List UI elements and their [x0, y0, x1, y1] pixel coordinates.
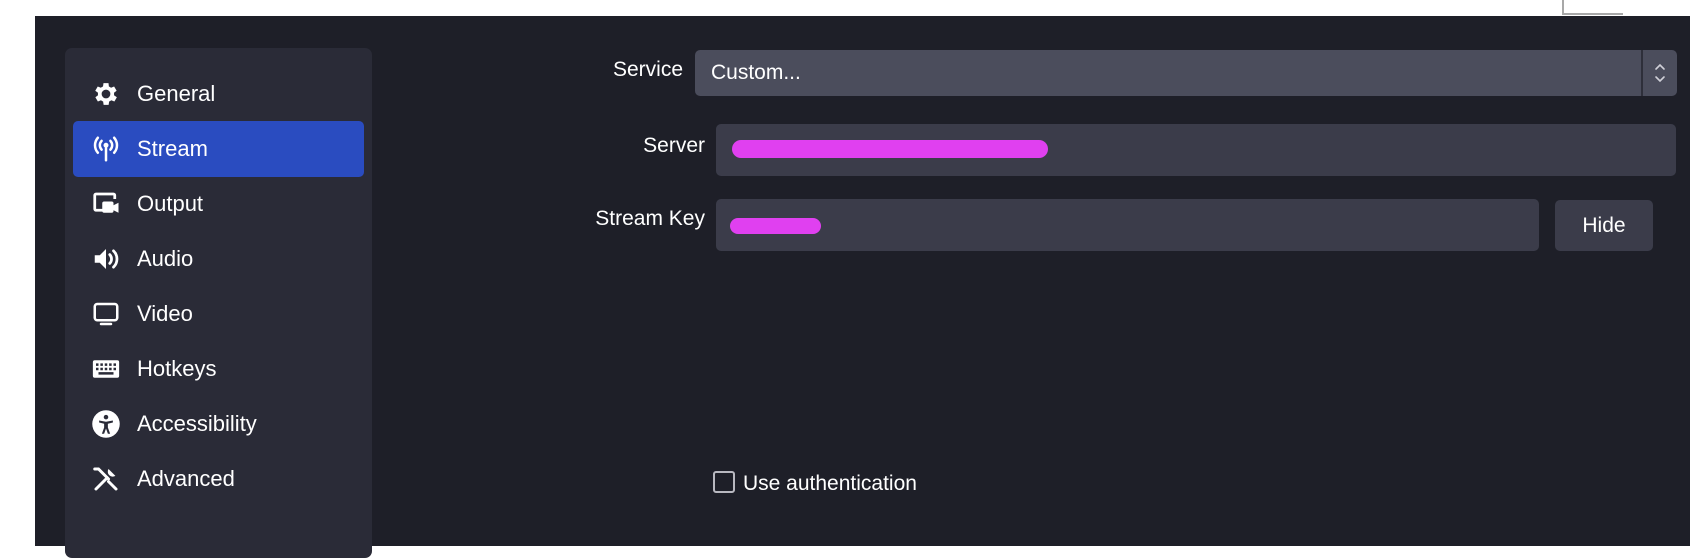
- service-label: Service: [612, 58, 683, 81]
- use-authentication-checkbox[interactable]: [713, 471, 735, 493]
- sidebar-item-label: Audio: [137, 246, 194, 271]
- accessibility-icon: [89, 407, 123, 441]
- sidebar-item-label: Accessibility: [137, 411, 257, 436]
- sidebar-item-general[interactable]: General: [73, 66, 364, 122]
- sidebar-item-label: Output: [137, 191, 204, 216]
- monitor-icon: [89, 297, 123, 331]
- sidebar-item-label: Video: [137, 301, 193, 326]
- redaction-mark: [730, 218, 821, 234]
- hide-button[interactable]: Hide: [1555, 200, 1653, 251]
- gear-icon: [89, 77, 123, 111]
- service-select[interactable]: Custom...: [695, 50, 1677, 96]
- sidebar-item-advanced[interactable]: Advanced: [73, 451, 364, 507]
- sidebar-item-label: Advanced: [137, 466, 235, 491]
- select-stepper-icon[interactable]: [1641, 50, 1677, 96]
- stream-key-label: Stream Key: [595, 207, 705, 230]
- antenna-icon: [89, 132, 123, 166]
- output-icon: [89, 187, 123, 221]
- settings-sidebar: General Stream Output Audio Video Hotkey…: [65, 48, 372, 558]
- settings-window: General Stream Output Audio Video Hotkey…: [35, 16, 1690, 558]
- service-select-value: Custom...: [711, 61, 801, 84]
- sidebar-item-stream[interactable]: Stream: [73, 121, 364, 177]
- sidebar-item-hotkeys[interactable]: Hotkeys: [73, 341, 364, 397]
- server-label: Server: [643, 134, 705, 157]
- sidebar-item-output[interactable]: Output: [73, 176, 364, 232]
- sidebar-item-audio[interactable]: Audio: [73, 231, 364, 287]
- redaction-mark: [732, 140, 1048, 158]
- stream-key-input[interactable]: [716, 199, 1539, 251]
- sidebar-item-accessibility[interactable]: Accessibility: [73, 396, 364, 452]
- server-input[interactable]: [716, 124, 1676, 176]
- sidebar-item-label: General: [137, 81, 216, 106]
- sidebar-item-video[interactable]: Video: [73, 286, 364, 342]
- use-authentication-label[interactable]: Use authentication: [743, 472, 917, 496]
- keyboard-icon: [89, 352, 123, 386]
- speaker-icon: [89, 242, 123, 276]
- tools-icon: [89, 462, 123, 496]
- sidebar-item-label: Hotkeys: [137, 356, 217, 381]
- sidebar-item-label: Stream: [137, 136, 208, 161]
- window-corner-edge: [1562, 0, 1623, 15]
